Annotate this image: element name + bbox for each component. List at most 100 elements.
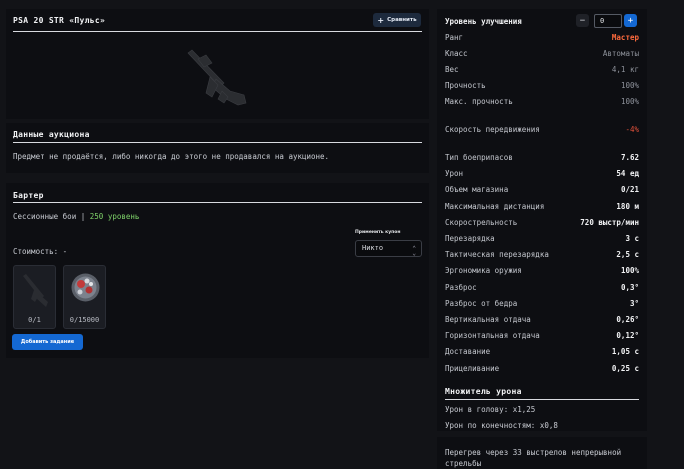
stat-value: 0,12° [616,331,639,341]
damage-head: Урон в голову: x1,25 [445,405,536,414]
stat-row: Тактическая перезарядка 2,5 с [445,250,639,262]
stat-label: Тактическая перезарядка [445,250,549,260]
barter-panel: Бартер Сессионные бои | 250 уровень Прим… [6,183,429,358]
stat-label: Класс [445,49,468,58]
coupon-select[interactable]: Никто ⌃ ⌄ [355,240,422,257]
stat-value: 100% [620,81,639,90]
stat-value: Автоматы [602,49,639,58]
stat-value: 2,5 с [616,250,639,260]
compare-label: Сравнить [387,17,417,23]
damage-multiplier-title: Множитель урона [445,387,522,396]
stat-value: 100% [620,266,639,276]
apply-coupon-label: Применить купон [355,230,401,235]
stat-value: 1,05 с [611,347,639,357]
stat-value: 180 м [616,201,639,211]
stat-label: Вертикальная отдача [445,315,531,324]
stat-label: Скорость передвижения [445,125,540,134]
stat-value: 0,26° [616,315,639,324]
divider [13,202,422,203]
overheat-note: Перегрев через 33 выстрелов непрерывной … [445,448,622,468]
damage-limbs: Урон по конечностям: x0,8 [445,421,558,430]
stat-row: Скорость передвижения -4% [445,125,639,137]
stat-label: Объем магазина [445,185,509,195]
stat-label: Разброс от бедра [445,298,518,308]
stat-label: Прицеливание [445,363,500,373]
stat-label: Разброс [445,282,477,292]
stat-row: Максимальная дистанция 180 м [445,202,639,214]
stat-value: 0,3° [620,282,639,292]
coupon-select-value: Никто [362,244,384,252]
stat-row: Ранг Мастер [445,33,639,45]
stat-row: Объем магазина 0/21 [445,185,639,197]
tile-count: 0/1 [28,316,41,324]
auction-panel: Данные аукциона Предмет не продаётся, ли… [6,123,429,173]
stat-row: Прочность 100% [445,81,639,93]
stat-row: Перезарядка 3 с [445,234,639,246]
increment-button[interactable]: + [624,14,637,27]
stat-row: Тип боеприпасов 7.62 [445,153,639,165]
stat-label: Перезарядка [445,234,495,243]
weapon-image [187,49,247,106]
stat-value: 3 с [625,234,639,243]
stat-value: 0,25 с [611,363,639,373]
add-task-button[interactable]: Добавить задание [12,334,83,350]
requirement-value: 250 уровень [89,212,140,221]
stat-row: Вес 4,1 кг [445,65,639,77]
upgrade-label: Уровень улучшения [445,17,522,26]
overheat-panel: Перегрев через 33 выстрелов непрерывной … [437,437,647,469]
stat-value: 3° [629,298,639,308]
stat-label: Горизонтальная отдача [445,331,540,341]
stat-row: Макс. прочность 100% [445,97,639,109]
stat-value: -4% [625,125,639,134]
stat-value: Мастер [611,33,639,42]
divider [13,31,422,32]
stat-row: Прицеливание 0,25 с [445,364,639,376]
stat-row: Разброс от бедра 3° [445,299,639,311]
stat-label: Макс. прочность [445,97,513,106]
auction-title: Данные аукциона [13,130,90,139]
stat-row: Класс Автоматы [445,49,639,61]
stat-label: Скорострельность [445,217,518,227]
tile-count: 0/15000 [69,316,100,324]
auction-message: Предмет не продаётся, либо никогда до эт… [13,152,330,161]
stat-label: Ранг [445,33,464,42]
stat-value: 0/21 [620,185,639,195]
divider [445,399,639,400]
stat-value: 720 выстр/мин [580,217,639,227]
stat-label: Максимальная дистанция [445,201,545,211]
plus-icon: + [377,15,385,25]
stat-row: Скорострельность 720 выстр/мин [445,218,639,230]
compare-button[interactable]: + Сравнить [373,13,421,27]
minus-icon: − [579,15,586,26]
upgrade-level-input[interactable]: 0 [594,14,622,28]
barter-tile-material[interactable]: 0/15000 [63,265,106,329]
plus-icon: + [627,15,634,26]
stat-row: Эргономика оружия 100% [445,266,639,278]
item-panel: PSA 20 STR «Пульс» + Сравнить [6,9,429,119]
stat-row: Доставание 1,05 с [445,347,639,359]
barter-title: Бартер [13,191,44,200]
item-title: PSA 20 STR «Пульс» [13,16,106,25]
stat-label: Прочность [445,81,486,90]
stat-label: Эргономика оружия [445,266,522,276]
stats-panel: Уровень улучшения − 0 + Множитель урона … [437,9,647,431]
stat-label: Тип боеприпасов [445,153,513,162]
barter-requirement: Сессионные бои | 250 уровень [13,212,139,221]
divider [13,142,422,143]
stat-value: 7.62 [620,153,639,162]
stat-row: Урон 54 ед [445,169,639,181]
stat-row: Горизонтальная отдача 0,12° [445,331,639,343]
select-arrows-icon: ⌄ [412,250,416,257]
stat-value: 54 ед [616,169,639,179]
rifle-icon [23,274,48,307]
barter-tile-rifle[interactable]: 0/1 [13,265,56,329]
stat-row: Разброс 0,3° [445,283,639,295]
decrement-button[interactable]: − [576,14,589,27]
cost-label: Стоимость: - [13,247,68,256]
stat-value: 4,1 кг [611,65,639,74]
material-icon [71,273,100,302]
stat-label: Урон [445,169,464,179]
requirement-prefix: Сессионные бои | [13,212,86,221]
stat-label: Вес [445,65,459,74]
stat-row: Вертикальная отдача 0,26° [445,315,639,327]
